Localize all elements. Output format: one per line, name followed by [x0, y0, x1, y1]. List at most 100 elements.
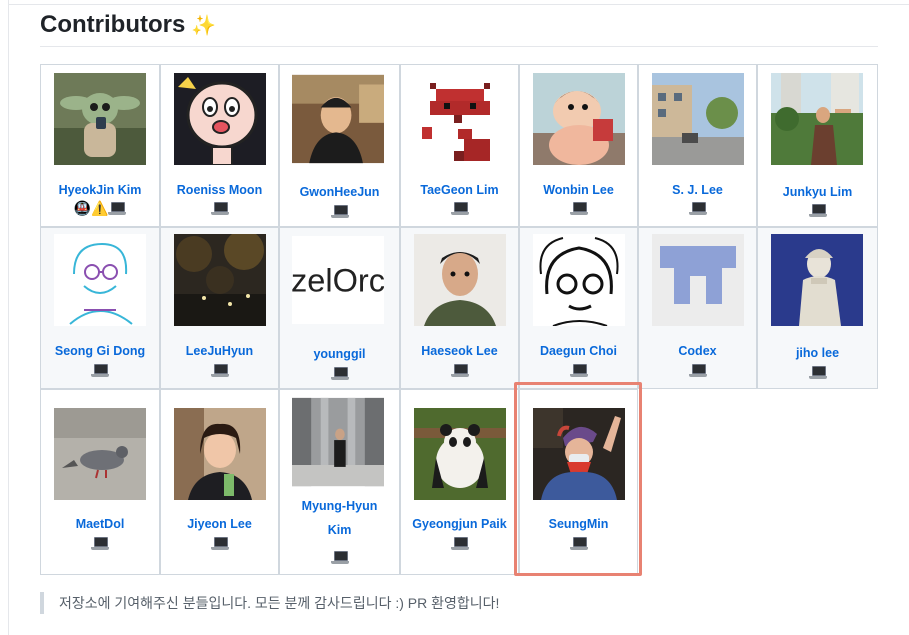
contribution-badges	[161, 361, 278, 377]
avatar[interactable]	[414, 408, 506, 500]
laptop-icon	[330, 366, 349, 380]
laptop-icon	[330, 204, 349, 218]
contribution-badges	[520, 199, 637, 215]
contributor-name[interactable]: Wonbin Lee	[520, 179, 637, 201]
contribution-badges	[639, 361, 756, 377]
contribution-badges	[401, 534, 518, 550]
avatar[interactable]	[533, 73, 625, 165]
contribution-badges	[41, 361, 159, 377]
avatar[interactable]	[533, 234, 625, 326]
laptop-icon	[569, 201, 588, 215]
laptop-icon	[330, 550, 349, 564]
contributor-name[interactable]: TaeGeon Lim	[401, 179, 518, 201]
sparkles-icon: ✨	[191, 15, 217, 37]
laptop-icon	[450, 201, 469, 215]
laptop-icon	[108, 201, 127, 215]
contribution-badges	[280, 548, 399, 564]
avatar[interactable]: zelOrc	[292, 234, 388, 326]
section-title: Contributors ✨	[40, 10, 216, 40]
contribution-badges	[520, 361, 637, 377]
contributor-cell[interactable]: Myung-Hyun Kim	[279, 389, 400, 575]
laptop-icon	[450, 536, 469, 550]
avatar[interactable]	[54, 408, 146, 500]
contributor-cell[interactable]: Codex	[638, 227, 757, 389]
contributor-name[interactable]: Haeseok Lee	[401, 340, 518, 362]
contributor-cell[interactable]: MaetDol	[40, 389, 160, 575]
contributor-name[interactable]: MaetDol	[41, 513, 159, 535]
avatar[interactable]	[174, 73, 266, 165]
avatar[interactable]	[771, 234, 863, 326]
contribution-badges	[161, 534, 278, 550]
avatar[interactable]	[652, 73, 744, 165]
contributor-cell[interactable]: Gyeongjun Paik	[400, 389, 519, 575]
contribution-badges	[401, 361, 518, 377]
avatar[interactable]	[652, 234, 744, 326]
contributor-name[interactable]: Codex	[639, 340, 756, 362]
laptop-icon	[688, 363, 707, 377]
section-title-text: Contributors	[40, 11, 186, 38]
avatar[interactable]	[54, 73, 146, 165]
contributor-name[interactable]: Daegun Choi	[520, 340, 637, 362]
contributor-name[interactable]: GwonHeeJun	[280, 181, 399, 203]
avatar[interactable]	[414, 234, 506, 326]
contribution-badges	[41, 534, 159, 550]
contributor-cell[interactable]: LeeJuHyun	[160, 227, 279, 389]
avatar[interactable]	[174, 408, 266, 500]
laptop-icon	[450, 363, 469, 377]
laptop-icon	[808, 365, 827, 379]
laptop-icon	[91, 536, 109, 550]
contributor-cell[interactable]: zelOrc younggil	[279, 227, 400, 389]
contributor-cell[interactable]: Seong Gi Dong	[40, 227, 160, 389]
avatar[interactable]	[292, 73, 388, 165]
contributor-cell[interactable]: Haeseok Lee	[400, 227, 519, 389]
contribution-badges	[280, 202, 399, 218]
contributor-name[interactable]: Seong Gi Dong	[41, 340, 159, 362]
laptop-icon	[210, 201, 229, 215]
contributor-name[interactable]: younggil	[280, 343, 399, 365]
contributor-name[interactable]: Roeniss Moon	[161, 179, 278, 201]
selection-highlight	[514, 382, 642, 576]
contribution-badges	[639, 199, 756, 215]
contributor-name[interactable]: LeeJuHyun	[161, 340, 278, 362]
contribution-badges	[758, 201, 877, 217]
laptop-icon	[210, 363, 229, 377]
contributors-table: HyeokJin Kim 🚇⚠️ Roeniss Moon GwonHeeJun…	[40, 64, 878, 575]
contribution-badges	[401, 199, 518, 215]
contributor-name[interactable]: HyeokJin Kim	[41, 179, 159, 201]
avatar[interactable]	[54, 234, 146, 326]
contribution-badges: 🚇⚠️	[41, 199, 159, 216]
svg-text:zelOrc: zelOrc	[292, 263, 384, 299]
laptop-icon	[91, 363, 109, 377]
contributor-name[interactable]: S. J. Lee	[639, 179, 756, 201]
warning-icon: ⚠️	[91, 200, 109, 217]
contribution-badges	[758, 363, 877, 379]
avatar[interactable]	[174, 234, 266, 326]
contributor-cell[interactable]: TaeGeon Lim	[400, 64, 519, 227]
contributor-cell[interactable]: Daegun Choi	[519, 227, 638, 389]
contributor-name[interactable]: Gyeongjun Paik	[401, 513, 518, 535]
contributor-name[interactable]: Jiyeon Lee	[161, 513, 278, 535]
contributor-name[interactable]: Myung-Hyun Kim	[294, 494, 385, 542]
contributor-cell[interactable]: Wonbin Lee	[519, 64, 638, 227]
contributor-name[interactable]: jiho lee	[758, 342, 877, 364]
contributor-name[interactable]: Junkyu Lim	[758, 181, 877, 203]
avatar[interactable]	[414, 73, 506, 165]
top-divider	[8, 4, 909, 5]
metro-icon: 🚇	[73, 200, 91, 217]
title-divider	[40, 46, 878, 47]
contributor-cell[interactable]: HyeokJin Kim 🚇⚠️	[40, 64, 160, 227]
avatar[interactable]	[771, 73, 863, 165]
avatar[interactable]	[292, 396, 388, 488]
laptop-icon	[808, 203, 827, 217]
contribution-badges	[280, 364, 399, 380]
contributor-cell[interactable]: Roeniss Moon	[160, 64, 279, 227]
contributor-cell[interactable]: S. J. Lee	[638, 64, 757, 227]
contributor-cell[interactable]: Junkyu Lim	[757, 64, 878, 227]
laptop-icon	[210, 536, 229, 550]
contributor-cell[interactable]: GwonHeeJun	[279, 64, 400, 227]
contribution-badges	[161, 199, 278, 215]
contributor-cell[interactable]: Jiyeon Lee	[160, 389, 279, 575]
laptop-icon	[569, 363, 588, 377]
thanks-note: 저장소에 기여해주신 분들입니다. 모든 분께 감사드립니다 :) PR 환영합…	[40, 592, 499, 614]
contributor-cell[interactable]: jiho lee	[757, 227, 878, 389]
